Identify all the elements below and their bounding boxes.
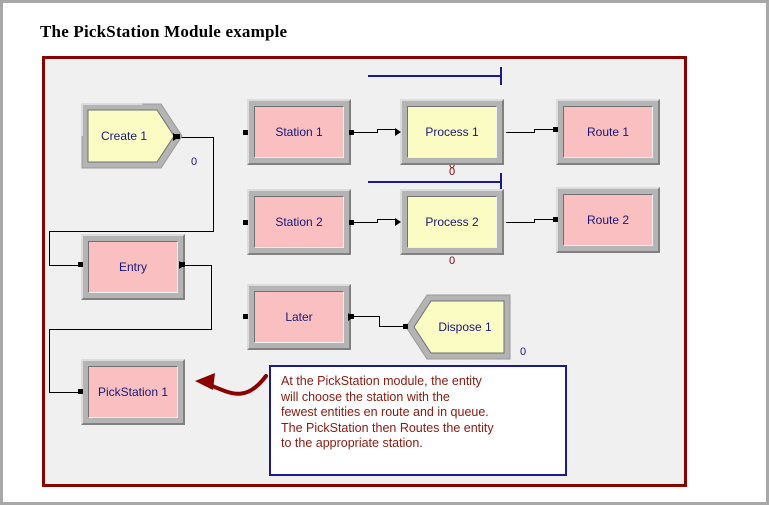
module-dispose1[interactable]: Dispose 1 bbox=[405, 294, 511, 360]
wire-entry-to-pick-seg4 bbox=[49, 329, 50, 392]
later-out-arrow bbox=[348, 313, 354, 321]
wire-entry-to-pick-seg5 bbox=[49, 392, 81, 393]
later-fill bbox=[254, 291, 344, 343]
route2-in-port[interactable] bbox=[553, 217, 558, 222]
wire-later-dispose-c bbox=[379, 326, 405, 327]
page-title: The PickStation Module example bbox=[40, 22, 288, 41]
wire-entry-to-pick-seg1 bbox=[182, 265, 211, 266]
entry-out-arrow bbox=[179, 261, 185, 269]
wire-create-to-entry-seg3 bbox=[49, 231, 214, 232]
module-pickstation1[interactable]: PickStation 1 bbox=[81, 359, 185, 425]
wire-station1-process1-c bbox=[377, 129, 397, 130]
later-in-port[interactable] bbox=[243, 314, 248, 319]
wire-process1-route1-a bbox=[506, 132, 534, 133]
process2-queue-line bbox=[368, 181, 501, 183]
module-create1[interactable]: Create 1 bbox=[81, 103, 183, 169]
station2-out-port[interactable] bbox=[349, 220, 354, 225]
module-route1[interactable]: Route 1 bbox=[556, 99, 660, 165]
create1-out-arrow bbox=[173, 133, 179, 141]
route1-fill bbox=[563, 106, 653, 158]
process1-queue-line bbox=[368, 75, 501, 77]
callout-line: to the appropriate station. bbox=[281, 436, 423, 450]
callout-textbox: At the PickStation module, the entity wi… bbox=[269, 365, 567, 476]
station2-fill bbox=[254, 196, 344, 248]
entry-fill bbox=[88, 241, 178, 293]
wire-entry-to-pick-seg2 bbox=[211, 265, 212, 329]
wire-later-dispose-a bbox=[351, 316, 379, 317]
wire-station2-process2-a bbox=[351, 222, 377, 223]
module-route2[interactable]: Route 2 bbox=[556, 187, 660, 253]
arena-model-canvas[interactable]: 0 0 0 0 0 Create 1 Station 1 Process 1 R… bbox=[45, 59, 684, 484]
pickstation1-in-port[interactable] bbox=[78, 389, 83, 394]
station1-in-port[interactable] bbox=[243, 130, 248, 135]
module-process2[interactable]: Process 2 bbox=[400, 189, 504, 255]
wire-process2-route2-a bbox=[506, 222, 534, 223]
module-later[interactable]: Later bbox=[247, 284, 351, 350]
wire-later-dispose-b bbox=[379, 316, 380, 326]
dispose1-in-port[interactable] bbox=[403, 324, 408, 329]
application-window: The PickStation Module example 0 0 0 0 0… bbox=[0, 0, 769, 505]
module-station2[interactable]: Station 2 bbox=[247, 189, 351, 255]
dispose1-counter: 0 bbox=[520, 346, 527, 358]
process1-queue-tick bbox=[500, 67, 502, 85]
route2-fill bbox=[563, 194, 653, 246]
process1-in-arrow bbox=[395, 128, 401, 136]
module-process1[interactable]: Process 1 bbox=[400, 99, 504, 165]
callout-line: fewest entities en route and in queue. bbox=[281, 405, 489, 419]
callout-line: The PickStation then Routes the entity bbox=[281, 420, 494, 435]
entry-in-port[interactable] bbox=[78, 262, 83, 267]
dispose1-shape bbox=[405, 294, 511, 360]
document-page: The PickStation Module example 0 0 0 0 0… bbox=[6, 6, 766, 502]
wire-station2-process2-c bbox=[377, 219, 397, 220]
callout-line: At the PickStation module, the entity bbox=[281, 374, 482, 388]
process2-queue-counter: 0 bbox=[449, 166, 456, 178]
callout-line: will choose the station with the bbox=[281, 389, 450, 404]
process2-fill bbox=[407, 196, 497, 248]
station2-in-port[interactable] bbox=[243, 220, 248, 225]
wire-create-to-entry-seg5 bbox=[49, 265, 81, 266]
station1-out-port[interactable] bbox=[349, 130, 354, 135]
module-entry[interactable]: Entry bbox=[81, 234, 185, 300]
pickstation1-fill bbox=[88, 366, 178, 418]
wire-entry-to-pick-seg3 bbox=[49, 329, 212, 330]
process2-below-counter: 0 bbox=[449, 255, 456, 267]
module-station1[interactable]: Station 1 bbox=[247, 99, 351, 165]
process1-fill bbox=[407, 106, 497, 158]
process2-in-arrow bbox=[395, 218, 401, 226]
diagram-frame: 0 0 0 0 0 Create 1 Station 1 Process 1 R… bbox=[42, 56, 687, 487]
wire-create-to-entry-seg4 bbox=[49, 231, 50, 265]
wire-create-to-entry-seg2 bbox=[213, 137, 214, 231]
create1-counter: 0 bbox=[191, 156, 198, 168]
station1-fill bbox=[254, 106, 344, 158]
wire-station1-process1-a bbox=[351, 132, 377, 133]
route1-in-port[interactable] bbox=[553, 127, 558, 132]
create1-shape bbox=[81, 103, 183, 169]
